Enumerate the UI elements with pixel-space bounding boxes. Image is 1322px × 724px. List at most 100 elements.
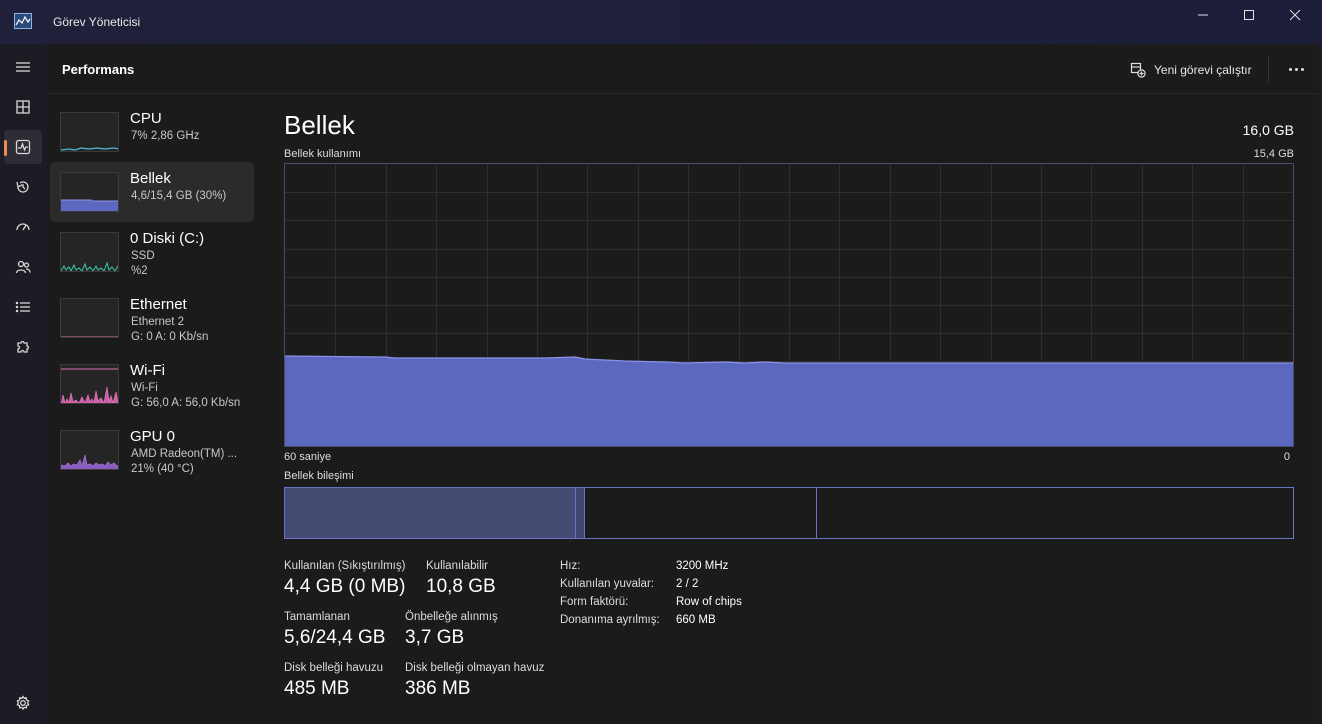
nav-startup[interactable] [4,210,42,244]
resource-title: Bellek [284,110,355,140]
resource-cpu[interactable]: CPU 7% 2,86 GHz [50,102,254,162]
memory-sparkline [61,199,118,211]
spec-slots-value: 2 / 2 [676,578,699,590]
paged-pool-value: 485 MB [284,678,350,699]
resource-ethernet[interactable]: Ethernet Ethernet 2 G: 0 A: 0 Kb/sn [50,288,254,348]
wifi-thumbnail [60,364,119,404]
more-button[interactable] [1282,58,1310,80]
header-separator [1268,56,1269,82]
nonpaged-pool-label: Disk belleği olmayan havuz [405,662,545,674]
spec-reserved-label: Donanıma ayrılmış: [560,614,660,626]
more-icon [1288,67,1292,71]
grid-icon [16,100,30,114]
committed-value: 5,6/24,4 GB [284,627,386,648]
close-button[interactable] [1272,0,1318,30]
minimize-button[interactable] [1180,0,1226,30]
resource-detail-2: 21% (40 °C) [131,463,194,475]
composition-modified [575,488,585,538]
resource-detail-2: G: 0 A: 0 Kb/sn [131,331,209,343]
resource-detail: SSD [131,250,155,262]
main-panel: Performans Yeni görevi çalıştır CPU 7% 2… [46,44,1318,724]
composition-free [817,488,1293,538]
pulse-icon [15,139,31,155]
resource-name: GPU 0 [130,428,176,445]
spec-speed-value: 3200 MHz [676,560,729,572]
maximize-button[interactable] [1226,0,1272,30]
spec-form-label: Form faktörü: [560,596,629,608]
new-task-button[interactable]: Yeni görevi çalıştır [1130,59,1252,81]
composition-in-use [285,488,575,538]
resource-detail-2: G: 56,0 A: 56,0 Kb/sn [131,397,241,409]
wifi-sparkline [61,368,118,403]
paged-pool-label: Disk belleği havuzu [284,662,384,674]
spec-form-value: Row of chips [676,596,742,608]
title-bar: Görev Yöneticisi [0,0,1322,44]
spec-slots-label: Kullanılan yuvalar: [560,578,654,590]
cpu-thumbnail [60,112,119,152]
resource-name: 0 Diski (C:) [130,230,205,247]
close-icon [1289,9,1301,21]
cached-value: 3,7 GB [405,627,465,648]
window-edge [1318,44,1322,724]
memory-composition-bar [284,487,1294,539]
nav-services[interactable] [4,330,42,364]
committed-label: Tamamlanan [284,611,350,623]
spec-speed-label: Hız: [560,560,581,572]
nav-details[interactable] [4,290,42,324]
page-title: Performans [62,62,135,77]
nonpaged-pool-value: 386 MB [405,678,471,699]
resource-name: Bellek [130,170,171,187]
nav-settings[interactable] [4,686,42,720]
resource-gpu[interactable]: GPU 0 AMD Radeon(TM) ... 21% (40 °C) [50,420,254,480]
ethernet-thumbnail [60,298,119,338]
resource-detail: AMD Radeon(TM) ... [131,448,238,460]
nav-processes[interactable] [4,90,42,124]
nav-app-history[interactable] [4,170,42,204]
available-value: 10,8 GB [426,576,496,597]
axis-left-label: 60 saniye [284,451,332,463]
usage-area [285,356,1293,446]
header: Performans Yeni görevi çalıştır [46,44,1318,94]
resource-name: Ethernet [130,296,187,313]
gpu-thumbnail [60,430,119,470]
composition-label: Bellek bileşimi [284,470,354,482]
gpu-sparkline [61,454,118,469]
gear-icon [16,695,30,711]
memory-usage-graph [284,163,1294,447]
resource-detail: 7% 2,86 GHz [131,130,200,142]
nav-performance[interactable] [4,130,42,164]
resource-name: CPU [130,110,162,127]
minimize-icon [1198,14,1208,16]
new-task-icon [1130,62,1146,78]
spec-reserved-value: 660 MB [676,614,716,626]
resource-disk[interactable]: 0 Diski (C:) SSD %2 [50,222,254,282]
available-label: Kullanılabilir [426,560,489,572]
composition-standby [585,488,817,538]
usage-label: Bellek kullanımı [284,148,362,160]
puzzle-icon [17,340,30,353]
axis-right-label: 0 [1283,451,1290,463]
chart-icon [14,13,32,29]
list-icon [15,301,30,313]
window-title: Görev Yöneticisi [53,15,141,29]
memory-total: 16,0 GB [1242,122,1294,138]
speedometer-icon [16,223,30,231]
usage-max: 15,4 GB [1253,148,1294,160]
resource-detail: 4,6/15,4 GB (30%) [131,190,227,202]
ethernet-sparkline [61,336,118,337]
hamburger-icon [16,62,30,72]
resource-memory[interactable]: Bellek 4,6/15,4 GB (30%) [50,162,254,222]
resource-detail-2: %2 [131,265,148,277]
cached-label: Önbelleğe alınmış [405,611,498,623]
resource-name: Wi-Fi [130,362,165,379]
cpu-sparkline [61,147,118,151]
nav-users[interactable] [4,250,42,284]
nav-menu-button[interactable] [4,50,42,84]
usage-graph-svg [284,164,1293,446]
resource-wifi[interactable]: Wi-Fi Wi-Fi G: 56,0 A: 56,0 Kb/sn [50,354,254,414]
new-task-label: Yeni görevi çalıştır [1154,63,1252,77]
users-icon [15,260,31,274]
resource-detail: Wi-Fi [131,382,158,394]
resource-detail: Ethernet 2 [131,316,185,328]
nav-rail [0,44,46,724]
